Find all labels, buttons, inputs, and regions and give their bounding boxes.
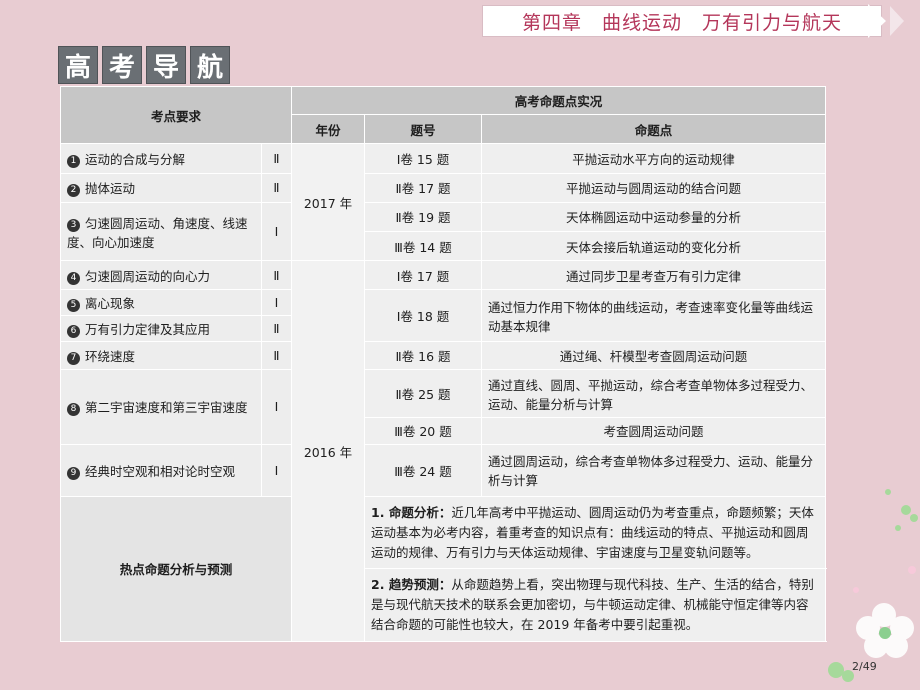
chapter-title: 第四章 曲线运动 万有引力与航天 <box>521 11 842 34</box>
point-number: 8 <box>67 403 80 417</box>
point-level: Ⅱ <box>260 143 293 174</box>
title-char: 导 <box>146 46 186 84</box>
point-cell: 5 离心现象 <box>60 289 262 316</box>
point-cell: 6 万有引力定律及其应用 <box>60 314 262 342</box>
exam-topic: 通过同步卫星考查万有引力定律 <box>481 260 827 291</box>
point-level: Ⅱ <box>260 340 293 370</box>
title-char: 航 <box>190 46 230 84</box>
exam-topic: 通过直线、圆周、平抛运动，综合考查单物体多过程受力、运动、能量分析与计算 <box>481 368 827 419</box>
point-text: 运动的合成与分解 <box>85 152 186 167</box>
header-exam: 高考命题点实况 <box>291 85 827 116</box>
exam-guide-table: 考点要求 高考命题点实况 年份 题号 命题点 1 运动的合成与分解 Ⅱ 2017 … <box>59 85 827 643</box>
point-cell: 1 运动的合成与分解 <box>60 143 262 174</box>
point-level: Ⅰ <box>260 201 293 262</box>
exam-no: Ⅲ卷 24 题 <box>364 443 483 497</box>
year-cell: 2016 年 <box>291 260 366 642</box>
header-points: 考点要求 <box>59 85 293 145</box>
point-text: 经典时空观和相对论时空观 <box>85 463 236 479</box>
point-level: Ⅰ <box>260 443 293 497</box>
point-cell: 2 抛体运动 <box>60 172 262 203</box>
analysis-label: 热点命题分析与预测 <box>59 495 293 643</box>
analysis-1-heading: 1. 命题分析： <box>371 504 452 520</box>
point-level: Ⅱ <box>260 172 293 203</box>
point-text: 抛体运动 <box>85 181 136 197</box>
point-cell: 4 匀速圆周运动的向心力 <box>60 260 262 291</box>
exam-topic: 通过圆周运动，综合考查单物体多过程受力、运动、能量分析与计算 <box>481 443 827 497</box>
banner-arrow-icon-2 <box>890 6 904 36</box>
exam-topic: 考查圆周运动问题 <box>481 417 827 445</box>
analysis-1: 1. 命题分析：近几年高考中平抛运动、圆周运动仍为考查重点，命题频繁；天体运动基… <box>364 495 827 570</box>
banner-arrow-icon <box>868 4 886 38</box>
point-text: 第二宇宙速度和第三宇宙速度 <box>85 400 248 416</box>
point-number: 3 <box>67 218 80 232</box>
analysis-2-heading: 2. 趋势预测： <box>371 577 452 593</box>
exam-no: Ⅱ卷 16 题 <box>364 340 483 370</box>
exam-topic: 平抛运动与圆周运动的结合问题 <box>481 172 827 203</box>
point-number: 2 <box>67 184 80 198</box>
page-number: 2/49 <box>852 660 877 673</box>
exam-no: Ⅰ卷 17 题 <box>364 260 483 291</box>
chapter-banner: 第四章 曲线运动 万有引力与航天 <box>482 5 882 37</box>
header-topic: 命题点 <box>481 114 827 145</box>
title-char: 高 <box>58 46 98 84</box>
point-level: Ⅰ <box>260 289 293 316</box>
page-title: 高 考 导 航 <box>58 46 230 84</box>
point-level: Ⅰ <box>260 368 293 445</box>
exam-topic: 天体椭圆运动中运动参量的分析 <box>481 201 827 233</box>
point-number: 5 <box>67 299 80 312</box>
point-level: Ⅱ <box>260 260 293 291</box>
exam-no: Ⅲ卷 20 题 <box>364 417 483 445</box>
exam-no: Ⅰ卷 15 题 <box>364 143 483 174</box>
exam-topic: 天体会接后轨道运动的变化分析 <box>481 231 827 262</box>
title-char: 考 <box>102 46 142 84</box>
exam-no: Ⅱ卷 17 题 <box>364 172 483 203</box>
point-number: 7 <box>67 351 80 365</box>
point-text: 离心现象 <box>85 296 136 311</box>
exam-no: Ⅰ卷 18 题 <box>364 289 483 342</box>
point-level: Ⅱ <box>260 314 293 342</box>
exam-no: Ⅲ卷 14 题 <box>364 231 483 262</box>
point-text: 环绕速度 <box>85 348 136 364</box>
header-no: 题号 <box>364 114 483 145</box>
point-number: 6 <box>67 324 80 338</box>
point-text: 万有引力定律及其应用 <box>85 321 211 337</box>
analysis-2: 2. 趋势预测：从命题趋势上看，突出物理与现代科技、生产、生活的结合，特别是与现… <box>364 568 827 642</box>
point-number: 4 <box>67 271 80 285</box>
flower-decoration-icon <box>828 489 918 682</box>
point-number: 1 <box>67 155 80 168</box>
point-cell: 9 经典时空观和相对论时空观 <box>60 443 262 497</box>
point-cell: 8 第二宇宙速度和第三宇宙速度 <box>60 368 262 445</box>
header-year: 年份 <box>291 114 366 145</box>
point-cell: 7 环绕速度 <box>60 340 262 370</box>
exam-topic: 通过恒力作用下物体的曲线运动，考查速率变化量等曲线运动基本规律 <box>481 289 827 342</box>
exam-no: Ⅱ卷 25 题 <box>364 368 483 419</box>
year-cell: 2017 年 <box>291 143 366 262</box>
point-text: 匀速圆周运动的向心力 <box>85 268 211 284</box>
exam-topic: 平抛运动水平方向的运动规律 <box>481 143 827 174</box>
point-cell: 3 匀速圆周运动、角速度、线速度、向心加速度 <box>60 201 262 262</box>
exam-no: Ⅱ卷 19 题 <box>364 201 483 233</box>
exam-topic: 通过绳、杆模型考查圆周运动问题 <box>481 340 827 370</box>
point-text: 匀速圆周运动、角速度、线速度、向心加速度 <box>67 215 248 250</box>
point-number: 9 <box>67 466 80 480</box>
